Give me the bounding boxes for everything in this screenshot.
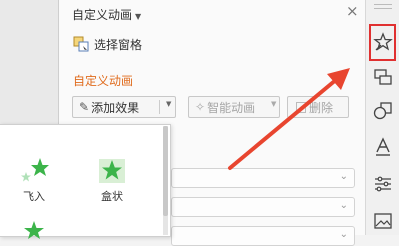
start-select[interactable]: ⌄ [171, 168, 355, 188]
effect-dropdown: 飞入 盒状 [0, 124, 171, 239]
speed-select[interactable]: ⌄ [171, 226, 355, 246]
highlight-box [369, 24, 396, 61]
effect-fly-in[interactable]: 飞入 [14, 155, 54, 204]
delete-label: 删除 [309, 100, 334, 115]
chevron-down-icon: ⌄ [339, 171, 348, 182]
chevron-down-icon[interactable]: ▼ [166, 100, 171, 108]
toolbar-grip [374, 4, 392, 9]
smart-animation-button[interactable]: ✧ 智能动画 ▼ [188, 96, 280, 118]
close-icon[interactable]: × [346, 2, 359, 20]
add-effect-label: 添加效果 [91, 100, 140, 115]
chevron-down-icon: ⌄ [339, 229, 348, 240]
section-title: 自定义动画 [73, 74, 134, 88]
effect-label: 盒状 [101, 190, 123, 203]
star-partial-icon [24, 221, 44, 239]
picture-icon[interactable] [373, 211, 393, 231]
property-select[interactable]: ⌄ [171, 197, 355, 217]
star-fly-in-icon [21, 158, 49, 182]
trash-icon [296, 101, 306, 113]
smart-animation-icon: ✧ [195, 100, 206, 114]
popup-scrollbar-thumb[interactable] [163, 126, 168, 216]
pane-title-label: 自定义动画 [72, 8, 133, 22]
text-style-icon[interactable] [373, 137, 393, 157]
effect-label: 飞入 [23, 190, 45, 203]
select-pane-label: 选择窗格 [94, 38, 143, 52]
button-separator [159, 100, 160, 114]
pane-title[interactable]: 自定义动画 ▼ [72, 6, 141, 23]
add-effect-button[interactable]: ✎ 添加效果 ▼ [72, 96, 176, 118]
effect-box[interactable]: 盒状 [92, 155, 132, 204]
select-pane-icon [73, 36, 89, 52]
chevron-down-icon: ▼ [135, 12, 142, 21]
smart-animation-label: 智能动画 [207, 100, 256, 115]
slide-switch-icon[interactable] [373, 67, 393, 87]
effect-partial[interactable] [14, 219, 54, 239]
properties-icon[interactable] [373, 174, 393, 194]
chevron-down-icon: ⌄ [339, 200, 348, 211]
shapes-icon[interactable] [373, 101, 393, 121]
delete-button[interactable]: 删除 [287, 96, 349, 118]
pencil-icon: ✎ [79, 100, 90, 114]
select-pane-button[interactable]: 选择窗格 [73, 36, 142, 53]
star-box-icon [99, 159, 125, 183]
chevron-down-icon: ▼ [271, 100, 277, 108]
